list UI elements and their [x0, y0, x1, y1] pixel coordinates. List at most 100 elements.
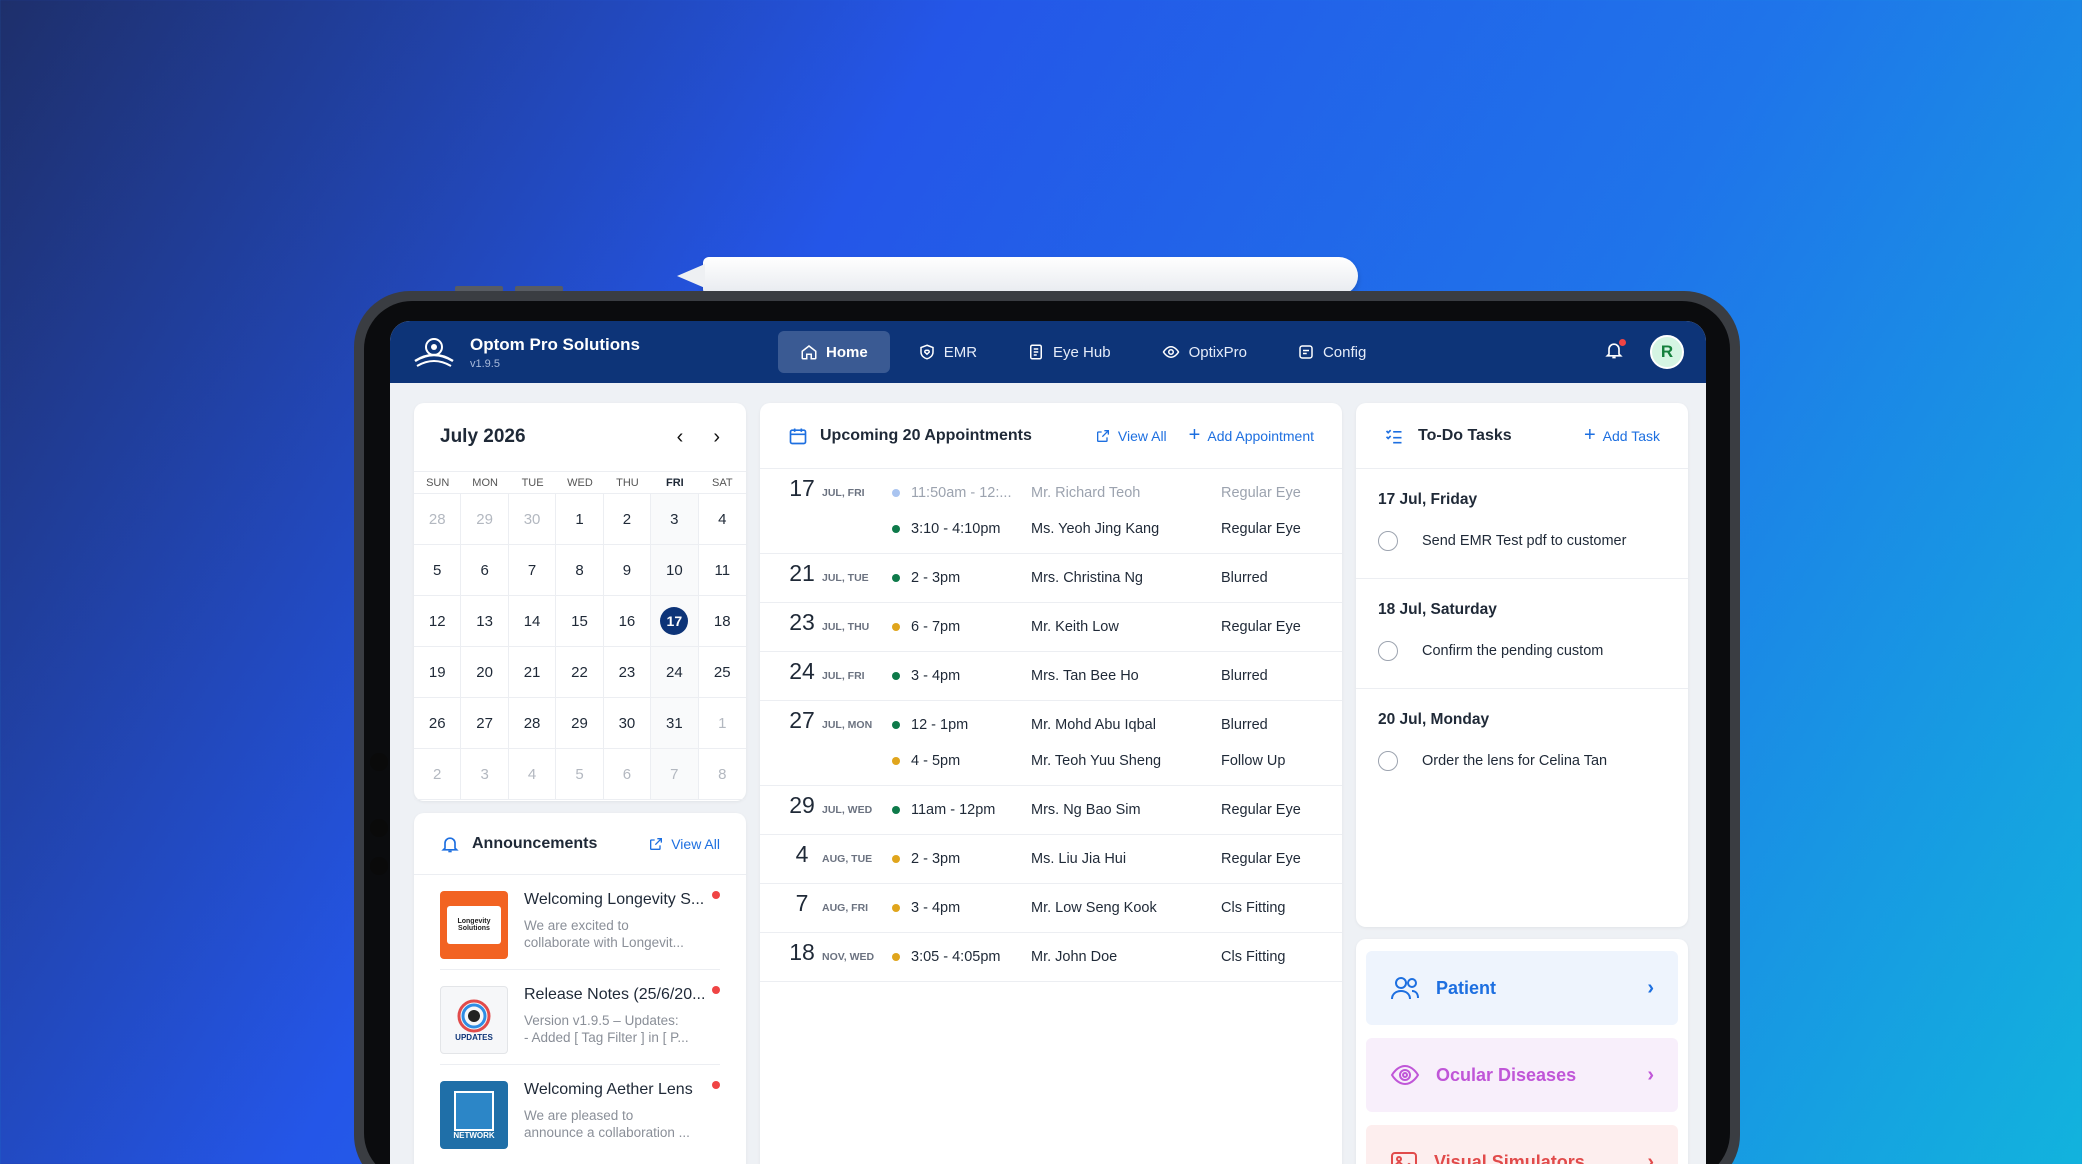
calendar-day[interactable]: 18	[698, 596, 746, 647]
task-checkbox[interactable]	[1378, 751, 1398, 771]
nav-eye-hub[interactable]: Eye Hub	[1005, 331, 1133, 373]
calendar-day-number: 29	[476, 510, 493, 528]
calendar-day[interactable]: 4	[508, 749, 557, 800]
appointment-row[interactable]: 3 - 4pm Mr. Low Seng Kook Cls Fitting	[892, 890, 1342, 926]
calendar-day[interactable]: 8	[698, 749, 746, 800]
announcement-item[interactable]: UPDATES Release Notes (25/6/20... Versio…	[440, 970, 720, 1065]
appointment-day-label: JUL, MON	[822, 719, 873, 731]
notification-button[interactable]	[1604, 338, 1626, 366]
task-checkbox[interactable]	[1378, 641, 1398, 661]
appointments-view-all[interactable]: View All	[1095, 424, 1167, 447]
todo-task[interactable]: Send EMR Test pdf to customer	[1378, 531, 1666, 551]
announcements-view-all[interactable]: View All	[648, 836, 720, 852]
nav-eye-hub-label: Eye Hub	[1053, 343, 1111, 361]
appointment-time: 2 - 3pm	[911, 851, 961, 867]
calendar-day[interactable]: 30	[603, 698, 652, 749]
todo-task[interactable]: Order the lens for Celina Tan	[1378, 751, 1666, 771]
calendar-day[interactable]: 31	[651, 698, 699, 749]
calendar-day[interactable]: 9	[603, 545, 652, 596]
checklist-icon	[1385, 429, 1402, 443]
appointment-row[interactable]: 12 - 1pm Mr. Mohd Abu Iqbal Blurred	[892, 707, 1342, 743]
calendar-day[interactable]: 28	[508, 698, 557, 749]
calendar-day[interactable]: 2	[603, 494, 652, 545]
prev-month-button[interactable]: ‹	[677, 426, 684, 449]
ocular-diseases-link[interactable]: Ocular Diseases ›	[1366, 1038, 1678, 1112]
appointment-row[interactable]: 2 - 3pm Ms. Liu Jia Hui Regular Eye	[892, 841, 1342, 877]
task-checkbox[interactable]	[1378, 531, 1398, 551]
nav-optixpro[interactable]: OptixPro	[1139, 331, 1269, 373]
announcement-item[interactable]: NETWORK Welcoming Aether Lens We are ple…	[440, 1065, 720, 1159]
calendar-day[interactable]: 6	[461, 545, 509, 596]
calendar-day[interactable]: 11	[698, 545, 746, 596]
announcement-thumbnail: UPDATES	[440, 986, 508, 1054]
calendar-day[interactable]: 23	[603, 647, 652, 698]
weekday-label: FRI	[651, 472, 699, 494]
nav-config[interactable]: Config	[1275, 331, 1388, 373]
appointment-row[interactable]: 3:05 - 4:05pm Mr. John Doe Cls Fitting	[892, 939, 1342, 975]
calendar-day[interactable]: 16	[603, 596, 652, 647]
nav-home[interactable]: Home	[778, 331, 890, 373]
add-appointment-button[interactable]: + Add Appointment	[1189, 424, 1314, 447]
calendar-day[interactable]: 24	[651, 647, 699, 698]
calendar-day[interactable]: 20	[461, 647, 509, 698]
calendar-day[interactable]: 29	[461, 494, 509, 545]
appointment-row[interactable]: 11:50am - 12:... Mr. Richard Teoh Regular …	[892, 475, 1342, 511]
visual-simulators-link[interactable]: Visual Simulators ›	[1366, 1125, 1678, 1164]
todo-task[interactable]: Confirm the pending custom	[1378, 641, 1666, 661]
calendar-day[interactable]: 3	[651, 494, 699, 545]
calendar-day[interactable]: 25	[698, 647, 746, 698]
calendar-day[interactable]: 12	[414, 596, 462, 647]
appointment-type: Blurred	[1221, 668, 1268, 684]
appointment-time: 2 - 3pm	[911, 570, 961, 586]
calendar-day[interactable]: 2	[414, 749, 462, 800]
nav-emr[interactable]: EMR	[896, 331, 999, 373]
calendar-day[interactable]: 6	[603, 749, 652, 800]
patient-link[interactable]: Patient ›	[1366, 951, 1678, 1025]
calendar-day[interactable]: 15	[556, 596, 604, 647]
calendar-day[interactable]: 7	[651, 749, 699, 800]
calendar-day[interactable]: 1	[556, 494, 604, 545]
calendar-day[interactable]: 5	[556, 749, 604, 800]
calendar-day[interactable]: 8	[556, 545, 604, 596]
calendar-day[interactable]: 3	[461, 749, 509, 800]
calendar-day[interactable]: 28	[414, 494, 462, 545]
appointment-row[interactable]: 3 - 4pm Mrs. Tan Bee Ho Blurred	[892, 658, 1342, 694]
calendar-day[interactable]: 26	[414, 698, 462, 749]
user-avatar[interactable]: R	[1650, 335, 1684, 369]
appointment-day-label: AUG, FRI	[822, 902, 869, 914]
calendar-day-number: 10	[666, 561, 683, 579]
calendar-day[interactable]: 22	[556, 647, 604, 698]
add-task-button[interactable]: + Add Task	[1584, 424, 1660, 447]
calendar-day[interactable]: 29	[556, 698, 604, 749]
appointment-date: 4 AUG, TUE	[760, 841, 892, 877]
announcement-item[interactable]: Longevity Solutions Welcoming Longevity …	[440, 875, 720, 970]
appointment-row[interactable]: 2 - 3pm Mrs. Christina Ng Blurred	[892, 560, 1342, 596]
calendar-day[interactable]: 10	[651, 545, 699, 596]
calendar-day[interactable]: 7	[508, 545, 557, 596]
calendar-day-number: 27	[476, 714, 493, 732]
appointment-row[interactable]: 11am - 12pm Mrs. Ng Bao Sim Regular Eye	[892, 792, 1342, 828]
appointment-row[interactable]: 3:10 - 4:10pm Ms. Yeoh Jing Kang Regular E…	[892, 511, 1342, 547]
calendar-day[interactable]: 21	[508, 647, 557, 698]
calendar-day[interactable]: 1	[698, 698, 746, 749]
next-month-button[interactable]: ›	[713, 426, 720, 449]
calendar-day-selected[interactable]: 17	[651, 596, 699, 647]
appointments-title: Upcoming 20 Appointments	[820, 426, 1032, 444]
appointment-day-number: 4	[795, 841, 809, 867]
appointment-type: Regular Eye	[1221, 851, 1301, 867]
todo-group: 18 Jul, Saturday Confirm the pending cus…	[1356, 579, 1688, 689]
plus-icon: +	[1583, 424, 1596, 446]
calendar-day[interactable]: 13	[461, 596, 509, 647]
calendar-day[interactable]: 30	[508, 494, 557, 545]
calendar-day[interactable]: 19	[414, 647, 462, 698]
app-brand: Optom Pro Solutions v1.9.5	[470, 335, 640, 370]
calendar-day[interactable]: 4	[698, 494, 746, 545]
calendar-day[interactable]: 5	[414, 545, 462, 596]
appointment-type: Cls Fitting	[1221, 949, 1286, 965]
appointment-type: Follow Up	[1221, 753, 1286, 769]
calendar-day[interactable]: 27	[461, 698, 509, 749]
calendar-day[interactable]: 14	[508, 596, 557, 647]
appointment-row[interactable]: 6 - 7pm Mr. Keith Low Regular Eye	[892, 609, 1342, 645]
appointment-row[interactable]: 4 - 5pm Mr. Teoh Yuu Sheng Follow Up	[892, 743, 1342, 779]
patient-name: Mr. Teoh Yuu Sheng	[1031, 753, 1162, 769]
